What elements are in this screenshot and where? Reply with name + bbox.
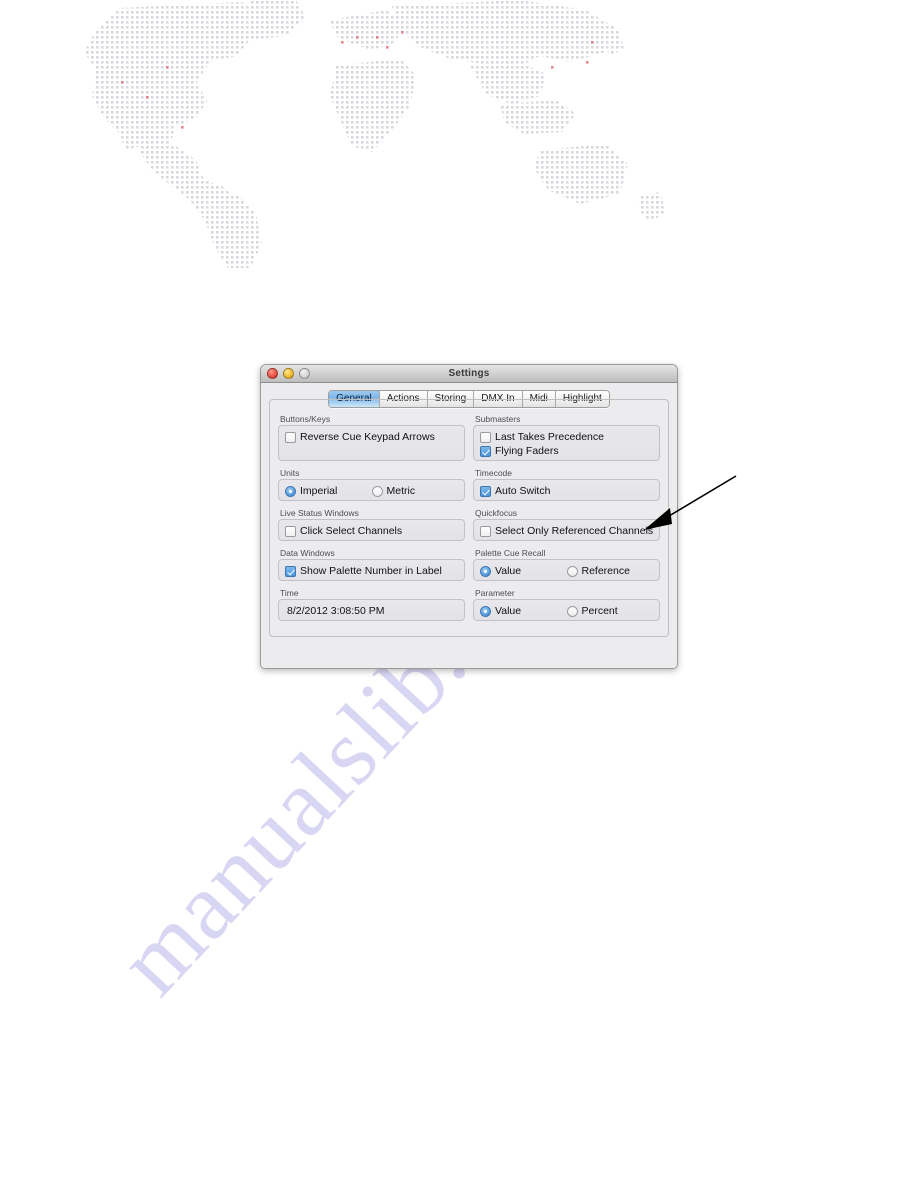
radio-icon[interactable] [371, 485, 383, 497]
option-imperial[interactable]: Imperial [285, 485, 372, 497]
group-palette-cue-recall: Palette Cue Recall Value Reference [473, 548, 660, 581]
group-data-windows: Data Windows Show Palette Number in Labe… [278, 548, 465, 581]
radio-icon[interactable] [480, 605, 491, 617]
minimize-button-icon[interactable] [283, 368, 294, 379]
option-row: Value Reference [480, 564, 653, 578]
world-map-background [84, 0, 666, 268]
option-auto-switch[interactable]: Auto Switch [480, 485, 550, 497]
checkbox-icon[interactable] [285, 565, 296, 577]
option-label: Metric [386, 485, 416, 497]
option-label: Value [495, 605, 522, 617]
time-value: 8/2/2012 3:08:50 PM [287, 605, 385, 617]
option-label: Select Only Referenced Channels [495, 525, 654, 537]
group-panel-units: Imperial Metric [278, 479, 465, 501]
checkbox-icon[interactable] [480, 485, 491, 497]
group-label-timecode: Timecode [475, 468, 513, 478]
group-label-live-status-windows: Live Status Windows [280, 508, 359, 518]
settings-window: Settings General Actions Storing DMX In … [260, 364, 678, 669]
group-submasters: Submasters Last Takes Precedence Flying … [473, 414, 660, 461]
group-panel-submasters: Last Takes Precedence Flying Faders [473, 425, 660, 461]
option-row: Show Palette Number in Label [285, 564, 458, 578]
group-label-time: Time [280, 588, 299, 598]
group-panel-palette-cue-recall: Value Reference [473, 559, 660, 581]
settings-left-column: Buttons/Keys Reverse Cue Keypad Arrows U… [278, 414, 465, 628]
option-click-select-channels[interactable]: Click Select Channels [285, 525, 402, 537]
option-show-palette-number-in-label[interactable]: Show Palette Number in Label [285, 565, 442, 577]
option-row: Value Percent [480, 604, 653, 618]
option-label: Auto Switch [495, 485, 551, 497]
group-buttons-keys: Buttons/Keys Reverse Cue Keypad Arrows [278, 414, 465, 461]
group-time: Time 8/2/2012 3:08:50 PM [278, 588, 465, 621]
group-units: Units Imperial Metric [278, 468, 465, 501]
option-palette-cue-recall-value[interactable]: Value [480, 565, 567, 577]
option-label: Reverse Cue Keypad Arrows [300, 431, 435, 443]
group-panel-data-windows: Show Palette Number in Label [278, 559, 465, 581]
option-label: Reference [581, 565, 630, 577]
checkbox-icon[interactable] [480, 431, 491, 443]
settings-right-column: Submasters Last Takes Precedence Flying … [473, 414, 660, 628]
option-metric[interactable]: Metric [371, 485, 459, 497]
option-label: Click Select Channels [300, 525, 403, 537]
group-label-data-windows: Data Windows [280, 548, 335, 558]
checkbox-icon[interactable] [480, 445, 491, 457]
option-label: Imperial [300, 485, 338, 497]
group-panel-parameter: Value Percent [473, 599, 660, 621]
option-parameter-value[interactable]: Value [480, 605, 567, 617]
group-label-palette-cue-recall: Palette Cue Recall [475, 548, 546, 558]
option-row: Flying Faders [480, 444, 653, 458]
group-panel-buttons-keys: Reverse Cue Keypad Arrows [278, 425, 465, 461]
traffic-light-group [267, 368, 310, 379]
option-label: Show Palette Number in Label [300, 565, 442, 577]
window-title: Settings [448, 368, 490, 379]
window-titlebar[interactable]: Settings [261, 365, 677, 383]
group-label-units: Units [280, 468, 300, 478]
option-palette-cue-recall-reference[interactable]: Reference [566, 565, 654, 577]
group-label-submasters: Submasters [475, 414, 521, 424]
group-panel-live-status-windows: Click Select Channels [278, 519, 465, 541]
group-panel-timecode: Auto Switch [473, 479, 660, 501]
option-row: Last Takes Precedence [480, 430, 653, 444]
option-reverse-cue-keypad-arrows[interactable]: Reverse Cue Keypad Arrows [285, 431, 435, 443]
radio-icon[interactable] [566, 605, 578, 617]
group-live-status-windows: Live Status Windows Click Select Channel… [278, 508, 465, 541]
option-row: 8/2/2012 3:08:50 PM [285, 604, 458, 618]
group-quickfocus: Quickfocus Select Only Referenced Channe… [473, 508, 660, 541]
zoom-button-icon [299, 368, 310, 379]
group-parameter: Parameter Value Percent [473, 588, 660, 621]
option-row: Click Select Channels [285, 524, 458, 538]
group-label-buttons-keys: Buttons/Keys [280, 414, 331, 424]
option-last-takes-precedence[interactable]: Last Takes Precedence [480, 431, 604, 443]
option-parameter-percent[interactable]: Percent [566, 605, 654, 617]
group-timecode: Timecode Auto Switch [473, 468, 660, 501]
group-panel-quickfocus: Select Only Referenced Channels [473, 519, 660, 541]
option-row: Select Only Referenced Channels [480, 524, 653, 538]
group-panel-time: 8/2/2012 3:08:50 PM [278, 599, 465, 621]
checkbox-icon[interactable] [480, 525, 491, 537]
radio-icon[interactable] [285, 485, 296, 497]
option-label: Flying Faders [495, 445, 559, 457]
radio-icon[interactable] [566, 565, 578, 577]
tab-panel-general: Buttons/Keys Reverse Cue Keypad Arrows U… [269, 399, 669, 637]
option-label: Percent [581, 605, 618, 617]
option-row: Auto Switch [480, 484, 653, 498]
option-label: Last Takes Precedence [495, 431, 604, 443]
window-body: General Actions Storing DMX In Midi High… [261, 383, 677, 668]
group-label-parameter: Parameter [475, 588, 515, 598]
checkbox-icon[interactable] [285, 431, 296, 443]
group-label-quickfocus: Quickfocus [475, 508, 518, 518]
checkbox-icon[interactable] [285, 525, 296, 537]
option-flying-faders[interactable]: Flying Faders [480, 445, 559, 457]
option-row: Imperial Metric [285, 484, 458, 498]
radio-icon[interactable] [480, 565, 491, 577]
option-select-only-referenced-channels[interactable]: Select Only Referenced Channels [480, 525, 653, 537]
close-button-icon[interactable] [267, 368, 278, 379]
option-row: Reverse Cue Keypad Arrows [285, 430, 458, 444]
option-label: Value [495, 565, 522, 577]
